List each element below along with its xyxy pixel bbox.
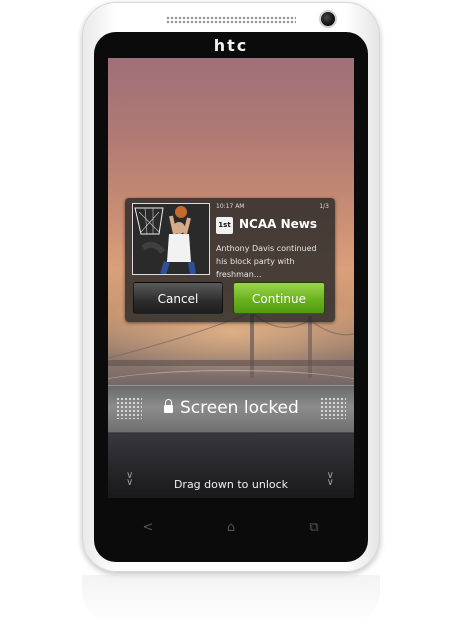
home-icon[interactable]: ⌂ — [217, 518, 245, 538]
notification-time: 10:17 AM — [216, 203, 245, 210]
notification-title: NCAA News — [239, 217, 318, 231]
cancel-button[interactable]: Cancel — [133, 282, 223, 314]
unlock-hint: Drag down to unlock — [173, 478, 289, 491]
lock-screen: 10:17 AM 1/3 1st NCAA News Anthony Davis… — [108, 58, 354, 498]
notification-summary: Anthony Davis continued his block party … — [216, 244, 317, 279]
grip-right-icon — [320, 397, 346, 419]
earpiece-speaker — [166, 16, 296, 24]
lock-icon — [164, 399, 173, 413]
notification-count: 1/3 — [319, 203, 329, 210]
front-camera — [321, 12, 335, 26]
phone-reflection — [82, 575, 380, 625]
grip-left-icon — [116, 397, 142, 419]
lock-status-label: Screen locked — [180, 398, 299, 418]
recent-apps-icon[interactable]: ⧉ — [300, 518, 328, 538]
continue-button[interactable]: Continue — [233, 282, 325, 314]
news-thumbnail-image — [132, 203, 210, 275]
news-source-logo: 1st — [216, 217, 233, 234]
brand-logo: htc — [213, 36, 249, 55]
back-icon[interactable]: < — [134, 518, 162, 538]
news-notification-card[interactable]: 10:17 AM 1/3 1st NCAA News Anthony Davis… — [125, 198, 335, 322]
